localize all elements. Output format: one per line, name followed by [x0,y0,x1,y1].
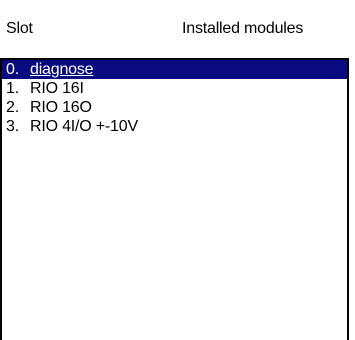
module-name: diagnose [30,61,94,78]
list-header: Slot Installed modules [0,0,355,58]
module-name: RIO 16I [30,80,84,97]
slot-column-header: Slot [6,20,33,37]
slot-number: 3. [6,118,19,135]
module-name: RIO 16O [30,99,92,116]
module-name: RIO 4I/O +-10V [30,118,138,135]
slot-number: 0. [6,61,19,78]
slot-number: 1. [6,80,19,97]
installed-modules-listbox[interactable]: 0. diagnose 1. RIO 16I 2. RIO 16O 3. RIO… [0,58,349,340]
list-item-slot-2[interactable]: 2. RIO 16O [2,98,347,117]
installed-modules-column-header: Installed modules [182,20,304,37]
list-item-slot-0[interactable]: 0. diagnose [2,60,347,79]
list-item-slot-3[interactable]: 3. RIO 4I/O +-10V [2,117,347,136]
list-item-slot-1[interactable]: 1. RIO 16I [2,79,347,98]
slot-number: 2. [6,99,19,116]
